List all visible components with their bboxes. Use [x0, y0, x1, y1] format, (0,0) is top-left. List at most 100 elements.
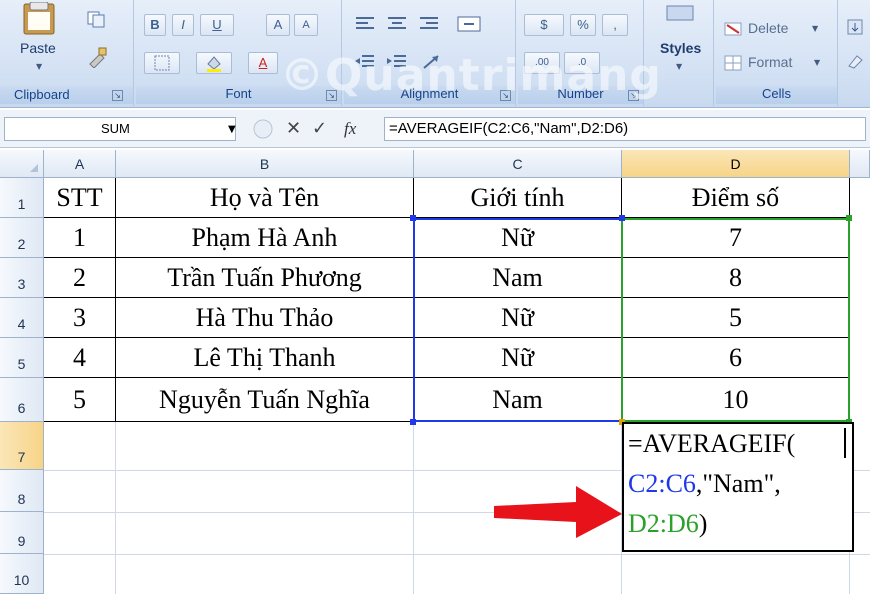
cell-d7-editor[interactable]: =AVERAGEIF( C2:C6,"Nam", D2:D6)	[622, 422, 854, 552]
chevron-down-icon: ▼	[812, 24, 819, 33]
editor-criteria-text: ,"Nam",	[695, 469, 781, 498]
delete-button[interactable]: Delete ▼	[724, 18, 832, 40]
align-right-icon[interactable]	[418, 14, 440, 34]
format-label: Format	[748, 54, 793, 70]
column-header-d[interactable]: D	[622, 150, 850, 178]
copy-icon[interactable]	[86, 10, 106, 28]
column-header-e[interactable]	[850, 150, 870, 178]
fill-color-button[interactable]	[196, 52, 232, 74]
align-center-icon[interactable]	[386, 14, 408, 34]
cell-c3[interactable]: Nam	[414, 258, 622, 298]
row-header-8[interactable]: 8	[0, 470, 44, 512]
percent-button[interactable]: %	[570, 14, 596, 36]
paste-button[interactable]: Paste ▼	[14, 2, 68, 78]
row-header-5[interactable]: 5	[0, 338, 44, 378]
increase-indent-icon[interactable]	[386, 52, 408, 72]
cell-a1[interactable]: STT	[44, 178, 116, 218]
cell-d4[interactable]: 5	[622, 298, 850, 338]
cell-c6[interactable]: Nam	[414, 378, 622, 422]
cell-b4[interactable]: Hà Thu Thảo	[116, 298, 414, 338]
number-label-text: Number	[557, 86, 604, 101]
currency-button[interactable]: $	[524, 14, 564, 36]
cell-d6[interactable]: 10	[622, 378, 850, 422]
increase-decimal-button[interactable]: .00	[524, 52, 560, 74]
font-group: B I U A A A Font ↘	[136, 0, 342, 106]
cell-a5[interactable]: 4	[44, 338, 116, 378]
row-header-10[interactable]: 10	[0, 554, 44, 594]
format-button[interactable]: Format ▼	[724, 52, 832, 74]
bold-button[interactable]: B	[144, 14, 166, 36]
row-header-7[interactable]: 7	[0, 422, 44, 470]
cell-b2[interactable]: Phạm Hà Anh	[116, 218, 414, 258]
shrink-font-button[interactable]: A	[294, 14, 318, 36]
font-color-button[interactable]: A	[248, 52, 278, 74]
row-header-9[interactable]: 9	[0, 512, 44, 554]
column-header-a[interactable]: A	[44, 150, 116, 178]
cell-c5[interactable]: Nữ	[414, 338, 622, 378]
chevron-down-icon[interactable]: ▼	[228, 124, 236, 135]
range-handle[interactable]	[846, 215, 852, 221]
cell-d2[interactable]: 7	[622, 218, 850, 258]
circle-icon	[253, 119, 273, 139]
orientation-icon[interactable]	[420, 52, 446, 72]
row-header-1[interactable]: 1	[0, 178, 44, 218]
column-header-c[interactable]: C	[414, 150, 622, 178]
merge-center-icon[interactable]	[456, 14, 482, 34]
gridline	[44, 554, 870, 555]
decrease-indent-icon[interactable]	[354, 52, 376, 72]
column-header-b[interactable]: B	[116, 150, 414, 178]
font-launcher-icon[interactable]: ↘	[326, 90, 337, 101]
decrease-decimal-button[interactable]: .0	[564, 52, 600, 74]
enter-icon[interactable]: ✓	[312, 118, 327, 139]
alignment-label-text: Alignment	[400, 86, 459, 101]
fill-icon[interactable]	[846, 18, 864, 36]
cell-d3[interactable]: 8	[622, 258, 850, 298]
chevron-down-icon: ▼	[36, 62, 43, 71]
cell-b5[interactable]: Lê Thị Thanh	[116, 338, 414, 378]
cells-group: Delete ▼ Format ▼ Cells	[716, 0, 838, 106]
cell-b3[interactable]: Trần Tuấn Phương	[116, 258, 414, 298]
cell-b1[interactable]: Họ và Tên	[116, 178, 414, 218]
comma-button[interactable]: ,	[602, 14, 628, 36]
range-handle[interactable]	[619, 215, 625, 221]
alignment-group: Alignment ↘	[344, 0, 516, 106]
insert-function-icon[interactable]: fx	[344, 119, 356, 139]
cell-c4[interactable]: Nữ	[414, 298, 622, 338]
cell-a2[interactable]: 1	[44, 218, 116, 258]
cell-b6[interactable]: Nguyễn Tuấn Nghĩa	[116, 378, 414, 422]
cell-c1[interactable]: Giới tính	[414, 178, 622, 218]
underline-button[interactable]: U	[200, 14, 234, 36]
cancel-icon[interactable]: ✕	[286, 118, 301, 139]
clipboard-launcher-icon[interactable]: ↘	[112, 90, 123, 101]
clear-icon[interactable]	[846, 52, 864, 70]
italic-button[interactable]: I	[172, 14, 194, 36]
borders-button[interactable]	[144, 52, 180, 74]
select-all-corner[interactable]	[0, 150, 44, 178]
range-handle[interactable]	[410, 215, 416, 221]
font-label-text: Font	[225, 86, 252, 101]
cell-a3[interactable]: 2	[44, 258, 116, 298]
editor-line-2: C2:C6,"Nam",	[628, 464, 852, 504]
borders-icon	[154, 55, 170, 71]
styles-button[interactable]: Styles ▼	[652, 2, 708, 82]
styles-label: Styles	[660, 40, 702, 56]
grow-font-button[interactable]: A	[266, 14, 290, 36]
cell-a6[interactable]: 5	[44, 378, 116, 422]
styles-group: Styles ▼	[646, 0, 714, 106]
alignment-launcher-icon[interactable]: ↘	[500, 90, 511, 101]
formula-input[interactable]: =AVERAGEIF(C2:C6,"Nam",D2:D6)	[384, 117, 866, 141]
align-left-icon[interactable]	[354, 14, 376, 34]
cell-c2[interactable]: Nữ	[414, 218, 622, 258]
cell-a4[interactable]: 3	[44, 298, 116, 338]
row-header-2[interactable]: 2	[0, 218, 44, 258]
number-launcher-icon[interactable]: ↘	[628, 90, 639, 101]
row-header-3[interactable]: 3	[0, 258, 44, 298]
range-handle[interactable]	[410, 419, 416, 425]
row-header-6[interactable]: 6	[0, 378, 44, 422]
cell-d1[interactable]: Điểm số	[622, 178, 850, 218]
format-painter-icon[interactable]	[86, 46, 108, 68]
name-box[interactable]: SUM	[4, 117, 236, 141]
clipboard-group: Paste ▼ Clipboard ↘	[0, 0, 134, 106]
row-header-4[interactable]: 4	[0, 298, 44, 338]
cell-d5[interactable]: 6	[622, 338, 850, 378]
